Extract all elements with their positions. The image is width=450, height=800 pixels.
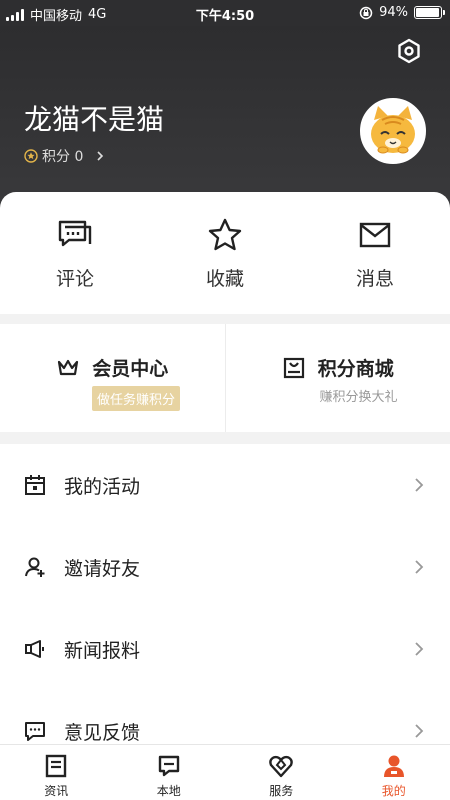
feedback-icon — [25, 722, 45, 741]
shortcut-comments[interactable]: 评论 — [0, 192, 150, 314]
menu-item-label: 邀请好友 — [64, 557, 141, 580]
menu-item-news-tips[interactable]: 新闻报料 — [0, 608, 450, 690]
service-icon — [269, 755, 294, 778]
chevron-right-icon — [415, 724, 424, 738]
tab-service[interactable]: 服务 — [225, 745, 338, 800]
tab-local-label: 本地 — [156, 784, 181, 798]
member-section: 会员中心 做任务赚积分 积分商城 赚积分换大礼 — [0, 324, 450, 432]
menu-item-label: 意见反馈 — [64, 721, 141, 744]
points-link[interactable]: 积分 0 — [24, 146, 107, 166]
profile-header: 龙猫不是猫 积分 0 — [0, 26, 450, 216]
points-mall-subtitle: 赚积分换大礼 — [319, 390, 398, 405]
tab-news[interactable]: 资讯 — [0, 745, 113, 800]
mall-icon — [283, 357, 304, 378]
profile-icon — [383, 755, 404, 777]
comment-icon — [58, 220, 92, 247]
shortcut-messages[interactable]: 消息 — [300, 192, 450, 314]
rotation-lock-icon — [359, 6, 373, 19]
calendar-icon — [25, 475, 45, 495]
shortcut-bar: 评论 收藏 消息 — [0, 192, 450, 314]
menu-item-my-activities[interactable]: 我的活动 — [0, 444, 450, 526]
cat-avatar-image — [362, 100, 424, 162]
points-mall-card[interactable]: 积分商城 赚积分换大礼 — [224, 324, 450, 432]
vip-center-badge: 做任务赚积分 — [92, 386, 181, 411]
vip-center-title-row: 会员中心 — [0, 354, 225, 381]
shortcut-favorites-label: 收藏 — [205, 268, 244, 290]
battery-percent: 94% — [379, 5, 408, 20]
menu-list: 我的活动 邀请好友 新闻报料 意见反馈 — [0, 444, 450, 744]
vip-center-title: 会员中心 — [92, 358, 169, 380]
mail-icon — [359, 222, 391, 248]
local-icon — [158, 755, 179, 777]
points-coin-icon — [24, 149, 38, 163]
tab-service-label: 服务 — [269, 784, 294, 798]
add-user-icon — [25, 557, 45, 577]
points-mall-title-row: 积分商城 — [226, 354, 450, 381]
battery-icon — [414, 6, 445, 19]
menu-item-invite-friends[interactable]: 邀请好友 — [0, 526, 450, 608]
battery-fill — [416, 8, 439, 17]
crown-icon — [58, 359, 79, 375]
points-label: 积分 0 — [42, 149, 84, 165]
chevron-right-icon — [415, 560, 424, 574]
star-icon — [208, 218, 242, 251]
tab-mine-label: 我的 — [381, 784, 406, 798]
menu-item-label: 新闻报料 — [64, 639, 141, 662]
settings-icon[interactable] — [396, 38, 422, 64]
menu-item-label: 我的活动 — [64, 475, 141, 498]
chevron-right-icon — [97, 151, 104, 161]
bottom-tab-bar: 资讯 本地 服务 我的 — [0, 744, 450, 800]
shortcut-messages-label: 消息 — [355, 268, 394, 290]
news-icon — [46, 754, 67, 778]
shortcut-comments-label: 评论 — [55, 268, 94, 290]
tab-local[interactable]: 本地 — [113, 745, 226, 800]
status-bar: 中国移动 4G 下午4:50 94% — [0, 0, 450, 26]
tab-news-label: 资讯 — [44, 784, 69, 798]
username[interactable]: 龙猫不是猫 — [24, 98, 164, 138]
megaphone-icon — [25, 640, 44, 658]
chevron-right-icon — [415, 478, 424, 492]
shortcut-favorites[interactable]: 收藏 — [150, 192, 300, 314]
avatar[interactable] — [360, 98, 426, 164]
tab-mine[interactable]: 我的 — [338, 745, 450, 800]
status-right: 94% — [359, 5, 445, 20]
points-mall-title: 积分商城 — [317, 358, 394, 380]
chevron-right-icon — [415, 642, 424, 656]
vip-center-card[interactable]: 会员中心 做任务赚积分 — [0, 324, 225, 432]
